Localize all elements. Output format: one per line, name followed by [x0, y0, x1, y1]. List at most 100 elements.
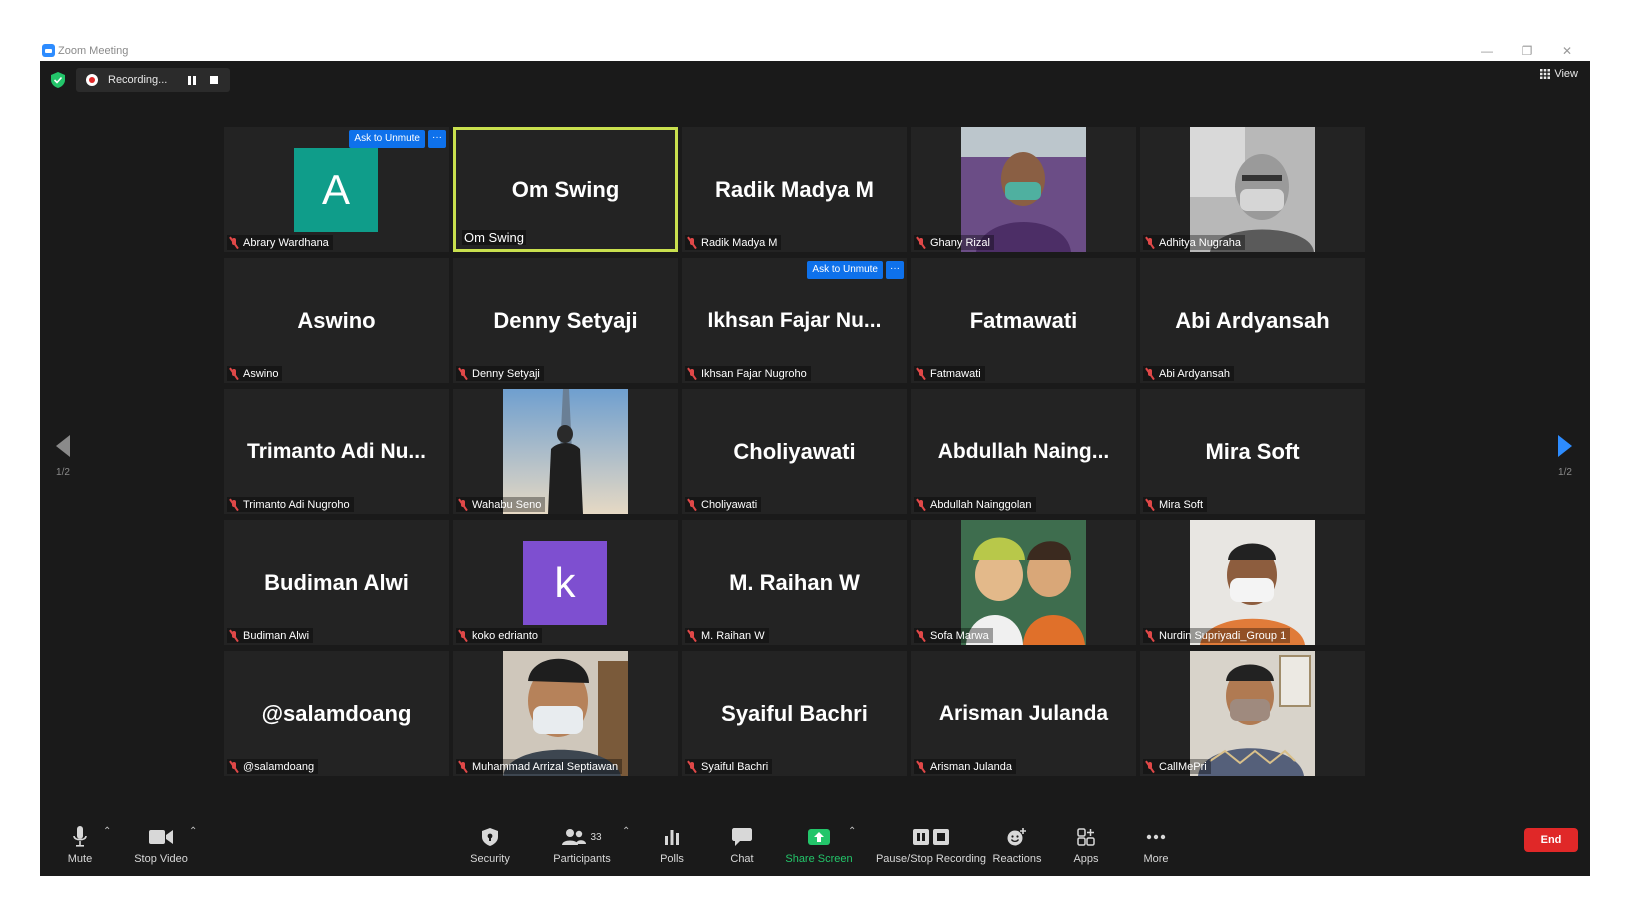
participant-nameplate: Abi Ardyansah	[1143, 366, 1234, 381]
more-label: More	[1143, 853, 1169, 865]
close-icon[interactable]: ✕	[1552, 40, 1582, 61]
participant-tile-arisman[interactable]: Arisman Julanda Arisman Julanda	[911, 651, 1136, 776]
participant-name-label: @salamdoang	[243, 760, 315, 773]
participant-display-name: Denny Setyaji	[493, 307, 638, 333]
ask-to-unmute-button[interactable]: Ask to Unmute	[349, 130, 425, 148]
participant-display-name: Abdullah Naing...	[937, 439, 1110, 463]
ask-to-unmute-controls: Ask to Unmute ···	[349, 130, 446, 148]
page-indicator-right: 1/2	[1558, 467, 1572, 478]
recording-status-text: Recording...	[108, 74, 168, 86]
participant-display-name: Fatmawati	[969, 307, 1078, 333]
participant-tile-budiman[interactable]: Budiman Alwi Budiman Alwi	[224, 520, 449, 645]
participant-tile-aswino[interactable]: Aswino Aswino	[224, 258, 449, 383]
participant-name-label: Budiman Alwi	[243, 629, 310, 642]
participant-tile-abi[interactable]: Abi Ardyansah Abi Ardyansah	[1140, 258, 1365, 383]
participant-name-label: Adhitya Nugraha	[1159, 236, 1241, 249]
participant-tile-nurdin[interactable]: Nurdin Supriyadi_Group 1	[1140, 520, 1365, 645]
participant-tile-syaiful[interactable]: Syaiful Bachri Syaiful Bachri	[682, 651, 907, 776]
minimize-icon[interactable]: —	[1472, 40, 1502, 61]
audio-options-caret-icon[interactable]: ⌃	[103, 826, 111, 837]
participant-name-label: Nurdin Supriyadi_Group 1	[1159, 629, 1287, 642]
stop-recording-button[interactable]	[204, 70, 224, 90]
meeting-top-bar: Recording... View	[40, 61, 1590, 99]
participants-button[interactable]: 33 Participants	[542, 826, 622, 865]
participant-tile-omswing[interactable]: Om Swing Om Swing	[453, 127, 678, 252]
share-screen-button[interactable]: Share Screen	[779, 826, 859, 865]
participant-more-options-icon[interactable]: ···	[428, 130, 446, 148]
more-dots-icon	[1146, 834, 1166, 840]
next-page-control[interactable]: 1/2	[1558, 435, 1572, 478]
participant-tile-callmepri[interactable]: CallMePri	[1140, 651, 1365, 776]
page-indicator-left: 1/2	[56, 467, 70, 478]
participant-nameplate: Fatmawati	[914, 366, 985, 381]
muted-mic-icon	[1145, 761, 1155, 773]
video-options-caret-icon[interactable]: ⌃	[189, 826, 197, 837]
muted-mic-icon	[1145, 499, 1155, 511]
participant-name-label: Ghany Rizal	[930, 236, 990, 249]
participant-display-name: Aswino	[297, 307, 376, 333]
participant-nameplate: @salamdoang	[227, 759, 319, 774]
muted-mic-icon	[916, 499, 926, 511]
pause-recording-button[interactable]	[182, 70, 202, 90]
participants-options-caret-icon[interactable]: ⌃	[622, 826, 630, 837]
participant-video-feed	[961, 520, 1086, 645]
participant-tile-mirasoft[interactable]: Mira Soft Mira Soft	[1140, 389, 1365, 514]
participant-tile-ghany[interactable]: Ghany Rizal	[911, 127, 1136, 252]
participant-tile-trimanto[interactable]: Trimanto Adi Nu... Trimanto Adi Nugroho	[224, 389, 449, 514]
participant-video-feed	[503, 389, 628, 514]
restore-icon[interactable]: ❐	[1512, 40, 1542, 61]
participant-tile-raihan[interactable]: M. Raihan W M. Raihan W	[682, 520, 907, 645]
participant-tile-fatmawati[interactable]: Fatmawati Fatmawati	[911, 258, 1136, 383]
reactions-button[interactable]: Reactions	[977, 826, 1057, 865]
participant-tile-choliyawati[interactable]: Choliyawati Choliyawati	[682, 389, 907, 514]
polls-button[interactable]: Polls	[632, 826, 712, 865]
mute-label: Mute	[67, 853, 93, 865]
participant-nameplate: Syaiful Bachri	[685, 759, 773, 774]
participant-nameplate: CallMePri	[1143, 759, 1211, 774]
more-button[interactable]: More	[1116, 826, 1196, 865]
participant-name-label: M. Raihan W	[701, 629, 765, 642]
participant-tile-sofa[interactable]: Sofa Marwa	[911, 520, 1136, 645]
muted-mic-icon	[687, 499, 697, 511]
participant-tile-denny[interactable]: Denny Setyaji Denny Setyaji	[453, 258, 678, 383]
apps-button[interactable]: Apps	[1046, 826, 1126, 865]
muted-mic-icon	[229, 630, 239, 642]
pause-stop-recording-button[interactable]: Pause/Stop Recording	[876, 826, 986, 865]
participant-tile-adhitya[interactable]: Adhitya Nugraha	[1140, 127, 1365, 252]
participant-tile-arrizal[interactable]: Muhammad Arrizal Septiawan	[453, 651, 678, 776]
participant-nameplate: Arisman Julanda	[914, 759, 1016, 774]
participant-tile-radik[interactable]: Radik Madya M Radik Madya M	[682, 127, 907, 252]
stop-box-icon	[933, 829, 949, 845]
share-options-caret-icon[interactable]: ⌃	[848, 826, 856, 837]
recording-indicator: Recording...	[76, 68, 230, 92]
security-label: Security	[470, 853, 510, 865]
encryption-shield-icon[interactable]	[51, 72, 65, 88]
participant-tile-ikhsan[interactable]: Ikhsan Fajar Nu... Ikhsan Fajar Nugroho As…	[682, 258, 907, 383]
view-label: View	[1554, 68, 1578, 80]
arrow-right-icon[interactable]	[1558, 435, 1572, 457]
previous-page-control[interactable]: 1/2	[56, 435, 70, 478]
participant-nameplate: Choliyawati	[685, 497, 762, 512]
security-button[interactable]: Security	[450, 826, 530, 865]
participant-display-name: @salamdoang	[261, 700, 412, 726]
participant-video-feed	[503, 651, 628, 776]
ask-to-unmute-button[interactable]: Ask to Unmute	[807, 261, 883, 279]
participant-nameplate: Adhitya Nugraha	[1143, 235, 1245, 250]
participant-name-label: Choliyawati	[701, 498, 758, 511]
view-button[interactable]: View	[1540, 68, 1578, 80]
participant-more-options-icon[interactable]: ···	[886, 261, 904, 279]
arrow-left-icon[interactable]	[56, 435, 70, 457]
participant-name-label: Denny Setyaji	[472, 367, 540, 380]
participant-nameplate: Radik Madya M	[685, 235, 782, 250]
participant-name-label: koko edrianto	[472, 629, 539, 642]
chat-button[interactable]: Chat	[702, 826, 782, 865]
participant-tile-salamdoang[interactable]: @salamdoang @salamdoang	[224, 651, 449, 776]
participant-name-label: Aswino	[243, 367, 279, 380]
participant-tile-wahabu[interactable]: Wahabu Seno	[453, 389, 678, 514]
end-meeting-button[interactable]: End	[1524, 828, 1578, 852]
participant-video-feed	[1190, 127, 1315, 252]
participant-tile-abdullah[interactable]: Abdullah Naing... Abdullah Nainggolan	[911, 389, 1136, 514]
participant-tile-koko[interactable]: k koko edrianto	[453, 520, 678, 645]
participant-tile-abrary[interactable]: A Abrary Wardhana Ask to Unmute ···	[224, 127, 449, 252]
participant-name-label: Syaiful Bachri	[701, 760, 769, 773]
